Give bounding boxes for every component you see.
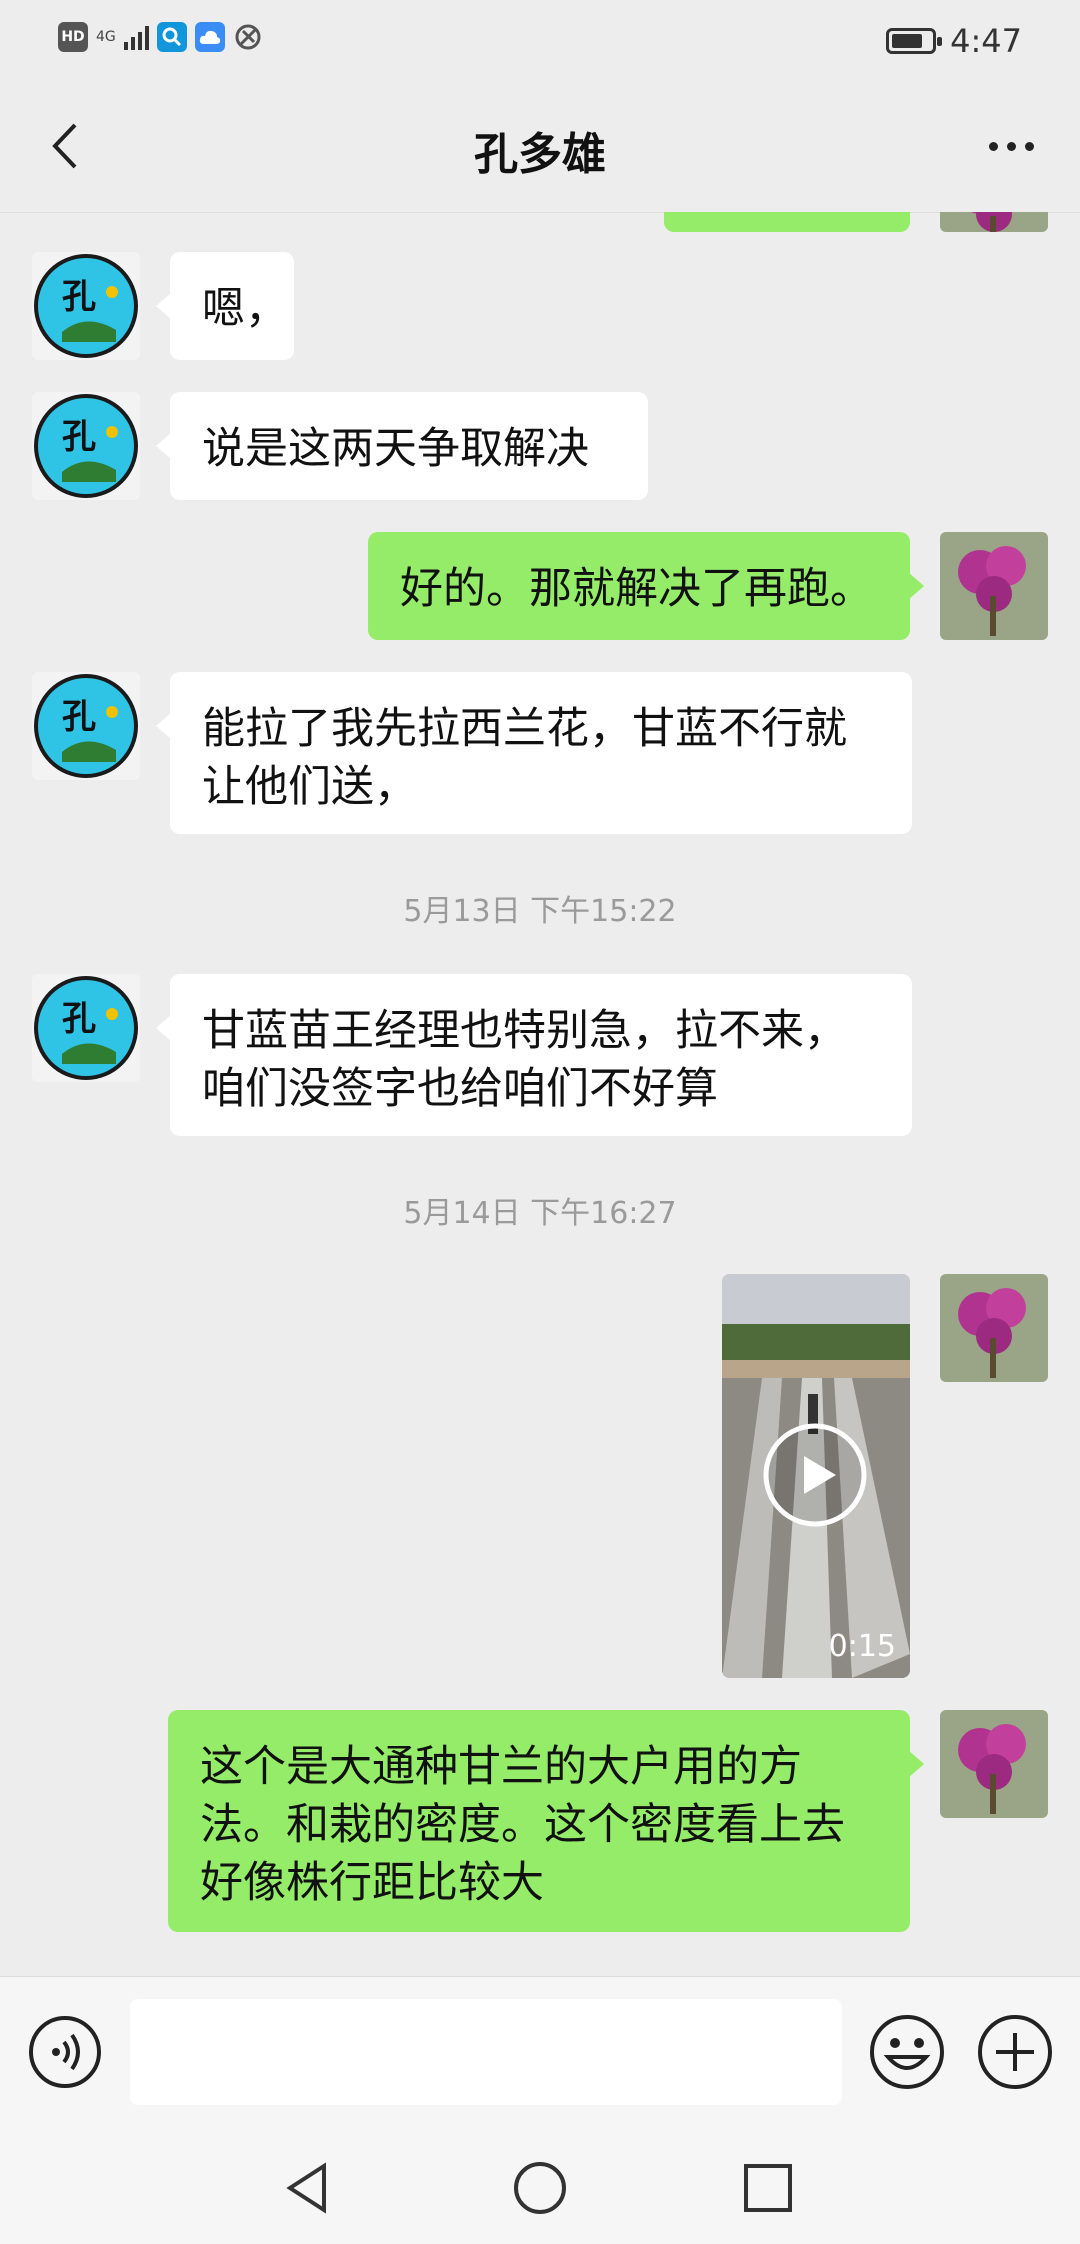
message-bubble-sent[interactable]: 好的。那就解决了再跑。 xyxy=(368,532,924,640)
location-app-icon xyxy=(233,22,263,52)
chat-title: 孔多雄 xyxy=(474,129,606,180)
status-time: 4:47 xyxy=(950,22,1022,60)
message-text: 嗯， xyxy=(202,284,288,334)
status-bar: HD 4G 4:47 xyxy=(0,0,1080,80)
contact-avatar[interactable]: 孔 xyxy=(32,974,140,1082)
search-app-icon xyxy=(156,22,187,52)
input-bar xyxy=(0,1976,1080,2129)
message-text: 好的。那就解决了再跑。 xyxy=(400,564,873,614)
timestamp: 5月13日 下午15:22 xyxy=(403,894,677,929)
message-text: 甘蓝苗王经理也特别急，拉不来，咱们没签字也给咱们不好算 xyxy=(202,1006,847,1114)
more-icon xyxy=(988,141,998,151)
message-text: 这个是大通种甘兰的大户用的方法。和栽的密度。这个密度看上去好像株行距比较大 xyxy=(200,1742,845,1908)
nav-recent-icon[interactable] xyxy=(738,2158,798,2218)
battery-icon xyxy=(886,28,943,54)
chat-header: 孔多雄 xyxy=(0,80,1080,213)
status-right: 4:47 xyxy=(886,22,1022,60)
system-nav-bar xyxy=(0,2128,1080,2244)
message-bubble-received[interactable]: 甘蓝苗王经理也特别急，拉不来，咱们没签字也给咱们不好算 xyxy=(156,974,912,1136)
message-list[interactable]: 孔 嗯， 孔 说是这两天争取解决 好的。那就解决了再跑。 孔 能拉了我先拉西兰花… xyxy=(0,212,1080,1976)
svg-text:孔: 孔 xyxy=(62,999,96,1039)
message-text: 说是这两天争取解决 xyxy=(202,424,589,474)
message-bubble-received[interactable]: 说是这两天争取解决 xyxy=(156,392,648,500)
video-message[interactable]: 0:15 xyxy=(722,1274,910,1678)
more-icon-dot xyxy=(1006,141,1016,151)
my-avatar[interactable] xyxy=(940,1710,1048,1818)
message-bubble-sent[interactable]: 这个是大通种甘兰的大户用的方法。和栽的密度。这个密度看上去好像株行距比较大 xyxy=(168,1710,924,1932)
nav-home-icon[interactable] xyxy=(510,2158,570,2218)
hd-badge: HD xyxy=(58,22,88,52)
more-button[interactable] xyxy=(976,116,1046,176)
svg-text:孔: 孔 xyxy=(62,417,96,457)
video-duration: 0:15 xyxy=(828,1629,896,1664)
network-label: 4G xyxy=(96,29,116,45)
my-avatar[interactable] xyxy=(940,532,1048,640)
plus-icon[interactable] xyxy=(976,2013,1054,2091)
message-bubble-partial[interactable] xyxy=(664,212,910,232)
contact-avatar[interactable]: 孔 xyxy=(32,672,140,780)
more-icon-dot xyxy=(1024,141,1034,151)
voice-icon[interactable] xyxy=(28,2015,102,2089)
status-left: HD 4G xyxy=(58,22,263,52)
svg-text:孔: 孔 xyxy=(62,697,96,737)
signal-icon xyxy=(123,24,149,50)
message-bubble-received[interactable]: 能拉了我先拉西兰花，甘蓝不行就让他们送， xyxy=(156,672,912,834)
my-avatar[interactable] xyxy=(940,212,1048,232)
emoji-icon[interactable] xyxy=(868,2013,946,2091)
message-text: 能拉了我先拉西兰花，甘蓝不行就让他们送， xyxy=(202,704,847,812)
contact-avatar[interactable]: 孔 xyxy=(32,252,140,360)
nav-back-icon[interactable] xyxy=(280,2158,340,2218)
cloud-app-icon xyxy=(194,22,225,52)
message-bubble-received[interactable]: 嗯， xyxy=(156,252,294,360)
svg-text:孔: 孔 xyxy=(62,277,96,317)
my-avatar[interactable] xyxy=(940,1274,1048,1382)
contact-avatar[interactable]: 孔 xyxy=(32,392,140,500)
timestamp: 5月14日 下午16:27 xyxy=(403,1196,677,1231)
play-icon xyxy=(763,1423,867,1527)
message-input[interactable] xyxy=(130,1999,842,2105)
